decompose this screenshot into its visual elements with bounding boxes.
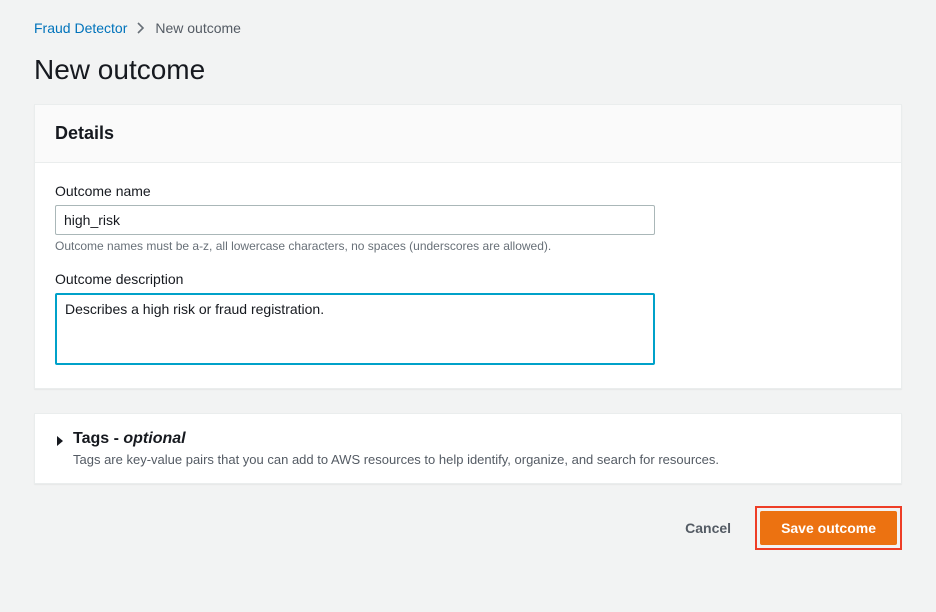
tags-heading-dash: - — [109, 430, 123, 447]
outcome-name-hint: Outcome names must be a-z, all lowercase… — [55, 239, 881, 253]
outcome-name-input[interactable] — [55, 205, 655, 235]
actions-row: Cancel Save outcome — [34, 506, 902, 550]
details-panel-body: Outcome name Outcome names must be a-z, … — [35, 163, 901, 388]
details-panel-header: Details — [35, 105, 901, 163]
tags-toggle[interactable]: Tags - optional Tags are key-value pairs… — [55, 430, 881, 467]
breadcrumb-root-link[interactable]: Fraud Detector — [34, 20, 127, 36]
outcome-name-label: Outcome name — [55, 183, 881, 199]
outcome-description-input[interactable] — [55, 293, 655, 365]
tags-panel: Tags - optional Tags are key-value pairs… — [34, 413, 902, 484]
tags-title-block: Tags - optional Tags are key-value pairs… — [73, 430, 719, 467]
chevron-right-icon — [137, 22, 145, 34]
page-title: New outcome — [34, 54, 902, 86]
tags-heading-optional: optional — [123, 430, 185, 447]
breadcrumb: Fraud Detector New outcome — [34, 20, 902, 36]
outcome-name-field: Outcome name Outcome names must be a-z, … — [55, 183, 881, 253]
tags-description: Tags are key-value pairs that you can ad… — [73, 452, 719, 467]
outcome-description-field: Outcome description — [55, 271, 881, 368]
save-outcome-button[interactable]: Save outcome — [760, 511, 897, 545]
tags-heading: Tags - optional — [73, 430, 186, 447]
details-panel: Details Outcome name Outcome names must … — [34, 104, 902, 389]
cancel-button[interactable]: Cancel — [675, 512, 741, 544]
breadcrumb-current: New outcome — [155, 20, 241, 36]
caret-right-icon — [55, 434, 65, 450]
outcome-description-label: Outcome description — [55, 271, 881, 287]
details-heading: Details — [55, 123, 881, 144]
tags-heading-main: Tags — [73, 430, 109, 447]
save-button-highlight: Save outcome — [755, 506, 902, 550]
